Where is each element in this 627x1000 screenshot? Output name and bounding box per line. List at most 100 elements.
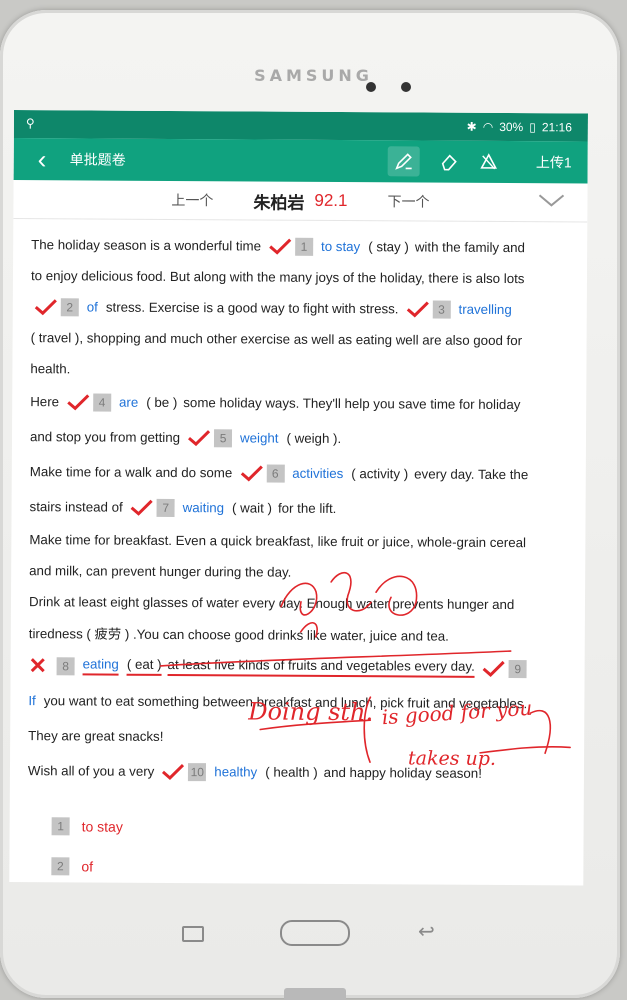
correct-check-icon bbox=[130, 499, 153, 516]
answer-list: 1 to stay 2 of bbox=[27, 788, 564, 885]
blank-hint: ( wait ) bbox=[232, 500, 273, 516]
correct-check-icon bbox=[406, 300, 429, 317]
passage-text: health. bbox=[30, 361, 71, 377]
passage-text: and happy holiday season! bbox=[323, 764, 482, 781]
answer-row[interactable]: 1 to stay bbox=[51, 806, 564, 849]
bluetooth-icon: ✱ bbox=[466, 119, 477, 134]
blank-answer: of bbox=[86, 299, 98, 315]
eraser-tool-button[interactable] bbox=[438, 151, 460, 173]
system-back-icon[interactable]: ↩ bbox=[418, 919, 435, 944]
answer-number: 2 bbox=[51, 857, 70, 876]
blank-answer: waiting bbox=[182, 500, 225, 516]
wrong-cross-icon: ✕ bbox=[28, 652, 48, 678]
answer-value: to stay bbox=[81, 818, 123, 835]
passage-line: ( travel ), shopping and much other exer… bbox=[31, 322, 567, 356]
correct-check-icon bbox=[240, 464, 263, 481]
passage-text: and stop you from getting bbox=[29, 429, 181, 446]
pen-tool-button[interactable] bbox=[387, 146, 420, 177]
passage-line: Wish all of you a very 10 healthy ( heal… bbox=[28, 753, 564, 791]
clear-tool-button[interactable] bbox=[478, 151, 500, 173]
upload-button[interactable]: 上传1 bbox=[536, 152, 572, 172]
clock: 21:16 bbox=[541, 120, 572, 135]
home-button[interactable] bbox=[280, 920, 350, 946]
blank-answer: activities bbox=[292, 465, 344, 482]
blank-answer: eating bbox=[82, 656, 119, 676]
front-camera bbox=[366, 82, 376, 92]
blank-answer: travelling bbox=[458, 301, 512, 318]
blank-answer: healthy bbox=[214, 764, 258, 780]
blank-number[interactable]: 9 bbox=[508, 659, 527, 678]
passage-line: The holiday season is a wonderful time 1… bbox=[31, 229, 567, 263]
correct-check-icon bbox=[482, 660, 505, 677]
passage-line: Make time for a walk and do some 6 activ… bbox=[30, 454, 566, 492]
blank-hint: ( activity ) bbox=[351, 466, 409, 482]
blank-number[interactable]: 8 bbox=[56, 656, 75, 675]
blank-hint: ( weigh ). bbox=[286, 430, 342, 447]
correct-check-icon bbox=[269, 238, 292, 255]
blank-number[interactable]: 3 bbox=[432, 300, 451, 319]
app-bar: ‹ 单批题卷 上传1 bbox=[13, 137, 588, 184]
blank-number[interactable]: 6 bbox=[266, 464, 285, 483]
correct-check-icon bbox=[162, 763, 185, 780]
next-student-button[interactable]: 下一个 bbox=[347, 191, 469, 212]
passage-line: They are great snacks! bbox=[28, 718, 564, 756]
eraser-icon bbox=[441, 154, 457, 171]
battery-level: 30% bbox=[499, 119, 524, 135]
answer-number: 1 bbox=[51, 817, 70, 836]
blank-number[interactable]: 1 bbox=[294, 237, 314, 256]
passage-text: Make time for breakfast. Even a quick br… bbox=[29, 532, 527, 551]
passage-text: you want to eat something between breakf… bbox=[43, 693, 528, 712]
passage-line: If you want to eat something between bre… bbox=[28, 683, 564, 721]
passage-text: some holiday ways. They'll help you save… bbox=[183, 395, 521, 413]
passage-line: and stop you from getting 5 weight ( wei… bbox=[30, 419, 566, 457]
answer-value: of bbox=[81, 858, 94, 875]
blank-hint: ( health ) bbox=[265, 764, 318, 780]
passage: The holiday season is a wonderful time 1… bbox=[9, 219, 587, 885]
passage-text: stress. Exercise is a good way to fight … bbox=[105, 299, 399, 317]
light-sensor bbox=[401, 82, 411, 92]
blank-number[interactable]: 7 bbox=[156, 498, 175, 517]
passage-text: Drink at least eight glasses of water ev… bbox=[28, 594, 515, 613]
correct-check-icon bbox=[67, 393, 90, 410]
passage-text: to enjoy delicious food. But along with … bbox=[30, 268, 525, 287]
annotation-toolbar: 上传1 bbox=[387, 140, 572, 183]
charging-cable bbox=[284, 988, 346, 1000]
collapse-chevron-icon[interactable] bbox=[537, 193, 565, 207]
notification-icon: ⚲ bbox=[25, 116, 35, 131]
back-chevron-icon[interactable]: ‹ bbox=[38, 144, 60, 174]
blank-hint: ( eat ) bbox=[126, 656, 162, 676]
answer-row[interactable]: 2 of bbox=[51, 846, 563, 885]
blank-hint: ( stay ) bbox=[368, 239, 409, 255]
blank-answer: weight bbox=[240, 430, 279, 446]
blank-answer: to stay bbox=[321, 238, 361, 255]
passage-text: The holiday season is a wonderful time bbox=[31, 237, 262, 254]
passage-line: stairs instead of 7 waiting ( wait ) for… bbox=[29, 489, 565, 527]
passage-text: They are great snacks! bbox=[28, 728, 164, 744]
wifi-icon: ◠ bbox=[482, 119, 494, 134]
student-navigation-bar: 上一个 朱柏岩 92.1 下一个 bbox=[13, 179, 588, 223]
blank-hint: ( be ) bbox=[146, 394, 178, 411]
previous-student-button[interactable]: 上一个 bbox=[131, 190, 253, 211]
passage-text: stairs instead of bbox=[29, 499, 123, 515]
status-bar: ⚲ ✱ ◠ 30% ▯ 21:16 bbox=[13, 110, 588, 142]
passage-text: ( travel ), shopping and much other exer… bbox=[30, 330, 523, 349]
clear-icon bbox=[480, 153, 498, 170]
passage-line: health. bbox=[30, 353, 566, 387]
blank-answer: are bbox=[118, 394, 139, 410]
blank-number[interactable]: 4 bbox=[92, 392, 112, 412]
recent-apps-button[interactable] bbox=[182, 926, 204, 942]
passage-text: Make time for a walk and do some bbox=[29, 464, 233, 481]
blank-number[interactable]: 5 bbox=[214, 428, 233, 447]
blank-number[interactable]: 2 bbox=[60, 297, 79, 316]
passage-line: 2 of stress. Exercise is a good way to f… bbox=[31, 291, 567, 325]
blank-number[interactable]: 10 bbox=[188, 762, 207, 781]
passage-line: to enjoy delicious food. But along with … bbox=[31, 260, 567, 294]
passage-text: at least five kinds of fruits and vegeta… bbox=[167, 656, 475, 678]
app-title: 单批题卷 bbox=[69, 151, 126, 168]
passage-line: ✕ 8 eating ( eat ) at least five kinds o… bbox=[28, 648, 564, 686]
correct-check-icon bbox=[34, 298, 57, 315]
passage-text: Wish all of you a very bbox=[27, 763, 155, 779]
passage-text: with the family and bbox=[414, 239, 526, 256]
passage-text: every day. Take the bbox=[414, 466, 529, 483]
student-name: 朱柏岩 bbox=[253, 192, 305, 213]
